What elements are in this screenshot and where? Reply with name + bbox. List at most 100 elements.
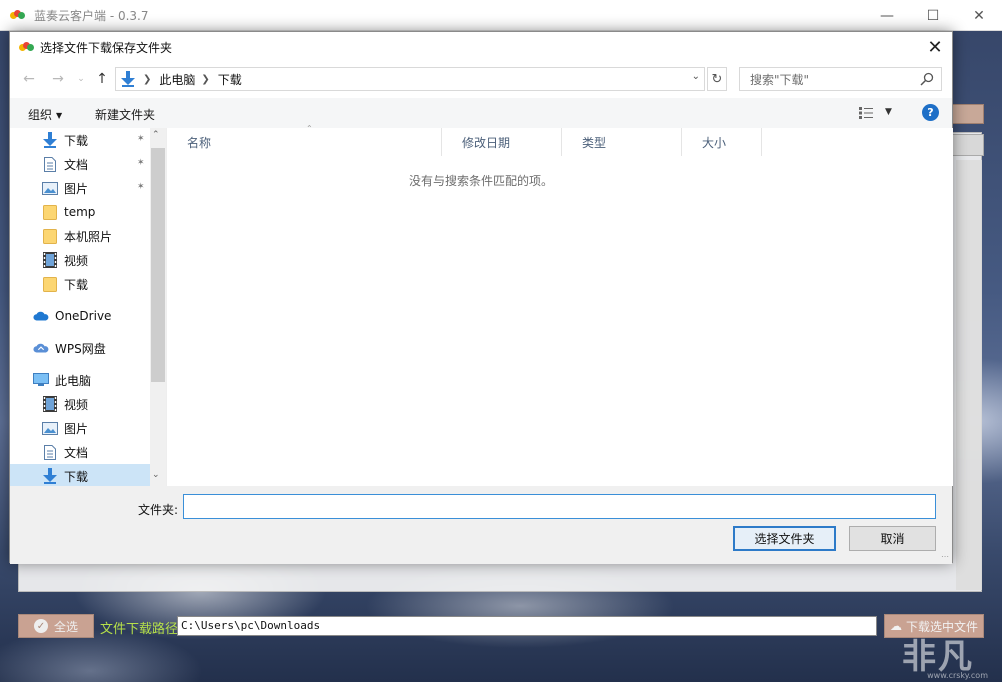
nav-item-label: 下载 [64, 132, 88, 149]
nav-item-9[interactable]: 此电脑 [33, 369, 91, 391]
bottom-bar: ✓ 全选 文件下载路径 C:\Users\pc\Downloads ☁ 下载选中… [0, 612, 1002, 640]
up-arrow-icon[interactable]: ↑ [91, 68, 113, 90]
address-bar[interactable]: ❯ 此电脑 ❯ 下载 ⌄ [115, 67, 705, 91]
picture-icon [42, 420, 58, 436]
folder-input[interactable] [183, 494, 936, 519]
side-button-secondary[interactable] [952, 134, 984, 156]
column-type[interactable]: 类型 [562, 128, 682, 156]
video-icon [42, 252, 58, 268]
select-all-button[interactable]: ✓ 全选 [18, 614, 94, 638]
column-size[interactable]: 大小 [682, 128, 762, 156]
nav-item-3[interactable]: temp [42, 201, 95, 223]
folder-icon [42, 228, 58, 244]
folder-picker-dialog: 选择文件下载保存文件夹 ✕ ← → ⌄ ↑ ❯ 此电脑 ❯ 下载 ⌄ ↻ 搜索"… [9, 31, 953, 563]
column-name[interactable]: 名称 [167, 128, 442, 156]
download-arrow-icon [42, 132, 58, 148]
nav-item-6[interactable]: 下载 [42, 273, 88, 295]
download-path-label: 文件下载路径 [100, 618, 178, 637]
nav-item-label: 此电脑 [55, 372, 91, 389]
recent-dropdown-icon[interactable]: ⌄ [70, 68, 92, 90]
file-list-area: ⌃ 名称 修改日期 类型 大小 没有与搜索条件匹配的项。 [166, 128, 953, 486]
maximize-icon[interactable]: ☐ [910, 0, 956, 31]
view-options-icon[interactable] [859, 107, 873, 119]
dialog-titlebar: 选择文件下载保存文件夹 ✕ [10, 32, 952, 62]
computer-icon [33, 372, 49, 388]
nav-item-5[interactable]: 视频 [42, 249, 88, 271]
close-icon[interactable]: ✕ [956, 0, 1002, 31]
nav-item-12[interactable]: 文档 [42, 441, 88, 463]
dialog-close-icon[interactable]: ✕ [922, 34, 948, 60]
chevron-right-icon: ❯ [201, 74, 209, 85]
breadcrumb-this-pc[interactable]: 此电脑 [159, 71, 195, 88]
app-scrollbar[interactable] [956, 160, 982, 590]
refresh-icon[interactable]: ↻ [707, 67, 727, 91]
nav-item-label: 文档 [64, 156, 88, 173]
caret-down-icon: ▼ [56, 111, 62, 120]
nav-item-1[interactable]: 文档 [42, 153, 88, 175]
nav-scrollbar-thumb[interactable] [151, 148, 165, 382]
video-icon [42, 396, 58, 412]
wps-cloud-icon [33, 340, 49, 356]
resize-grip-icon[interactable]: ⋯ [941, 552, 949, 561]
document-icon [42, 444, 58, 460]
select-folder-button[interactable]: 选择文件夹 [733, 526, 836, 551]
dialog-title: 选择文件下载保存文件夹 [40, 39, 172, 56]
new-folder-button[interactable]: 新建文件夹 [95, 106, 155, 123]
onedrive-cloud-icon [33, 308, 49, 324]
scroll-down-icon[interactable]: ⌄ [152, 470, 160, 480]
back-arrow-icon[interactable]: ← [18, 68, 40, 90]
minimize-icon[interactable]: — [864, 0, 910, 31]
pin-icon[interactable]: ✶ [137, 158, 145, 168]
nav-item-13[interactable]: 下载 [42, 465, 88, 487]
nav-item-label: 视频 [64, 252, 88, 269]
chevron-down-icon[interactable]: ⌄ [692, 71, 700, 82]
nav-item-label: temp [64, 205, 95, 219]
scroll-up-icon[interactable]: ⌃ [152, 130, 160, 140]
download-path-input[interactable]: C:\Users\pc\Downloads [177, 616, 877, 636]
nav-item-label: 图片 [64, 420, 88, 437]
help-icon[interactable]: ? [922, 104, 939, 121]
nav-item-label: 图片 [64, 180, 88, 197]
cancel-button[interactable]: 取消 [849, 526, 936, 551]
folder-icon [42, 276, 58, 292]
forward-arrow-icon[interactable]: → [47, 68, 69, 90]
nav-item-label: 本机照片 [64, 228, 112, 245]
document-icon [42, 156, 58, 172]
pin-icon[interactable]: ✶ [137, 134, 145, 144]
nav-item-8[interactable]: WPS网盘 [33, 337, 106, 359]
app-logo-icon [10, 10, 26, 20]
nav-item-label: WPS网盘 [55, 340, 106, 357]
chevron-right-icon: ❯ [143, 74, 151, 85]
nav-item-2[interactable]: 图片 [42, 177, 88, 199]
organize-menu[interactable]: 组织 ▼ [28, 106, 62, 123]
command-toolbar: 组织 ▼ 新建文件夹 ▼ ? [10, 98, 952, 128]
nav-item-0[interactable]: 下载 [42, 129, 88, 151]
nav-item-10[interactable]: 视频 [42, 393, 88, 415]
nav-item-label: OneDrive [55, 309, 111, 323]
nav-item-11[interactable]: 图片 [42, 417, 88, 439]
nav-item-label: 下载 [64, 468, 88, 485]
app-title: 蓝奏云客户端 - 0.3.7 [34, 7, 149, 24]
view-caret-down-icon[interactable]: ▼ [885, 107, 892, 117]
app-titlebar: 蓝奏云客户端 - 0.3.7 — ☐ ✕ [0, 0, 1002, 31]
column-date-modified[interactable]: 修改日期 [442, 128, 562, 156]
check-circle-icon: ✓ [34, 619, 48, 633]
app-logo-icon [19, 42, 35, 52]
picture-icon [42, 180, 58, 196]
search-placeholder: 搜索"下载" [750, 71, 809, 88]
dialog-footer: 文件夹: 选择文件夹 取消 ⋯ [10, 486, 952, 564]
search-icon [920, 72, 934, 86]
watermark-url: www.crsky.com [927, 671, 988, 680]
download-arrow-icon [119, 70, 137, 88]
breadcrumb-downloads[interactable]: 下载 [218, 71, 242, 88]
folder-label: 文件夹: [138, 501, 178, 518]
pin-icon[interactable]: ✶ [137, 182, 145, 192]
watermark-logo: 非凡 www.crsky.com [878, 626, 998, 680]
side-button[interactable] [952, 104, 984, 124]
nav-item-label: 视频 [64, 396, 88, 413]
search-box[interactable]: 搜索"下载" [739, 67, 942, 91]
nav-item-7[interactable]: OneDrive [33, 305, 111, 327]
select-all-label: 全选 [54, 618, 78, 635]
organize-label: 组织 [28, 108, 52, 122]
nav-item-4[interactable]: 本机照片 [42, 225, 112, 247]
